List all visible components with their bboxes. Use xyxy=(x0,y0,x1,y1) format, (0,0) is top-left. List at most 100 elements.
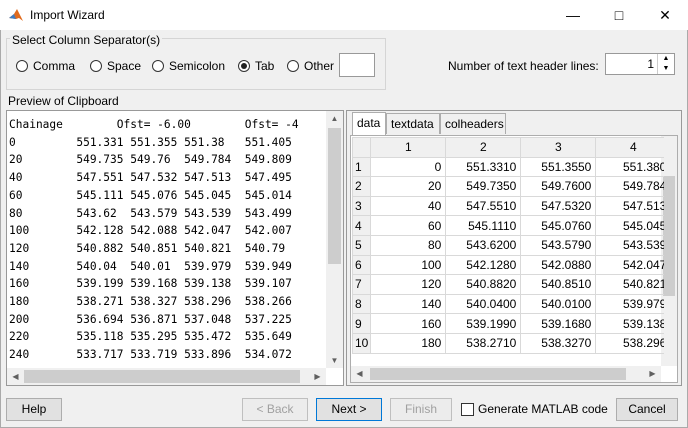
table-row: 1 0 551.3310 551.3550 551.380 xyxy=(352,156,664,178)
preview-vertical-scrollbar[interactable]: ▲ ▼ xyxy=(326,111,343,368)
table-cell[interactable]: 20 xyxy=(370,176,447,197)
generate-code-checkbox[interactable] xyxy=(461,403,474,416)
next-button[interactable]: Next > xyxy=(316,398,382,421)
table-cell[interactable]: 547.5510 xyxy=(445,195,522,217)
table-cell[interactable]: 100 xyxy=(370,254,447,276)
table-cell[interactable]: 539.138 xyxy=(595,313,664,334)
table-cell[interactable]: 545.045 xyxy=(595,215,664,236)
row-header[interactable]: 8 xyxy=(352,293,372,315)
table-cell[interactable]: 539.1990 xyxy=(445,313,522,334)
column-header[interactable]: 4 xyxy=(595,137,664,158)
tab-textdata[interactable]: textdata xyxy=(386,113,440,134)
tab-colheaders[interactable]: colheaders xyxy=(440,113,506,134)
minimize-icon[interactable]: — xyxy=(550,0,596,30)
table-row: 8 140 540.0400 540.0100 539.979 xyxy=(352,293,664,315)
back-button[interactable]: < Back xyxy=(242,398,308,421)
table-cell[interactable]: 540.0100 xyxy=(520,293,597,315)
radio-circle-selected[interactable] xyxy=(238,60,250,72)
cancel-button[interactable]: Cancel xyxy=(616,398,678,421)
preview-horizontal-scrollbar[interactable]: ◀ ▶ xyxy=(7,368,326,385)
table-cell[interactable]: 180 xyxy=(370,332,447,354)
table-row: 2 20 549.7350 549.7600 549.784 xyxy=(352,176,664,197)
table-cell[interactable]: 140 xyxy=(370,293,447,315)
table-cell[interactable]: 540.821 xyxy=(595,274,664,295)
table-horizontal-scrollbar[interactable]: ◀ ▶ xyxy=(351,366,661,382)
spinner-up-icon[interactable]: ▲ xyxy=(658,54,674,64)
other-separator-input[interactable] xyxy=(339,53,375,77)
finish-button[interactable]: Finish xyxy=(390,398,452,421)
table-cell[interactable]: 549.7600 xyxy=(520,176,597,197)
table-cell[interactable]: 538.3270 xyxy=(520,332,597,354)
table-cell[interactable]: 540.8510 xyxy=(520,274,597,295)
column-header[interactable]: 2 xyxy=(445,137,522,158)
table-cell[interactable]: 549.784 xyxy=(595,176,664,197)
table-cell[interactable]: 540.0400 xyxy=(445,293,522,315)
table-cell[interactable]: 80 xyxy=(370,234,447,256)
table-cell[interactable]: 549.7350 xyxy=(445,176,522,197)
table-cell[interactable]: 545.0760 xyxy=(520,215,597,236)
column-header[interactable]: 3 xyxy=(520,137,597,158)
header-lines-spinner[interactable]: 1 ▲ ▼ xyxy=(605,53,675,75)
scroll-thumb[interactable] xyxy=(663,176,675,296)
scroll-thumb[interactable] xyxy=(370,368,626,380)
scroll-left-icon[interactable]: ◀ xyxy=(351,369,368,378)
spinner-arrows[interactable]: ▲ ▼ xyxy=(657,54,674,74)
row-header[interactable]: 5 xyxy=(352,234,372,256)
table-cell[interactable]: 538.2710 xyxy=(445,332,522,354)
table-cell[interactable]: 545.1110 xyxy=(445,215,522,236)
row-header[interactable]: 1 xyxy=(352,156,372,178)
row-header[interactable]: 7 xyxy=(352,274,372,295)
table-cell[interactable]: 539.1680 xyxy=(520,313,597,334)
preview-label: Preview of Clipboard xyxy=(8,94,119,108)
tab-data[interactable]: data xyxy=(352,112,386,135)
scroll-thumb[interactable] xyxy=(24,370,300,383)
table-cell[interactable]: 551.3310 xyxy=(445,156,522,178)
table-cell[interactable]: 542.0880 xyxy=(520,254,597,276)
row-header[interactable]: 10 xyxy=(352,332,372,354)
table-cell[interactable]: 542.1280 xyxy=(445,254,522,276)
table-cell[interactable]: 539.979 xyxy=(595,293,664,315)
table-cell[interactable]: 547.5320 xyxy=(520,195,597,217)
radio-circle[interactable] xyxy=(16,60,28,72)
radio-circle[interactable] xyxy=(287,60,299,72)
row-header[interactable]: 6 xyxy=(352,254,372,276)
scroll-right-icon[interactable]: ▶ xyxy=(644,369,661,378)
table-cell[interactable]: 40 xyxy=(370,195,447,217)
table-cell[interactable]: 551.380 xyxy=(595,156,664,178)
row-header[interactable]: 4 xyxy=(352,215,372,236)
row-header[interactable]: 2 xyxy=(352,176,372,197)
row-header[interactable]: 9 xyxy=(352,313,372,334)
close-icon[interactable]: ✕ xyxy=(642,0,688,30)
scroll-right-icon[interactable]: ▶ xyxy=(309,372,326,381)
table-cell[interactable]: 120 xyxy=(370,274,447,295)
column-header[interactable]: 1 xyxy=(370,137,447,158)
radio-semicolon[interactable]: Semicolon xyxy=(152,59,225,73)
scroll-up-icon[interactable]: ▲ xyxy=(326,114,343,123)
table-cell[interactable]: 540.8820 xyxy=(445,274,522,295)
table-cell[interactable]: 551.3550 xyxy=(520,156,597,178)
header-lines-value[interactable]: 1 xyxy=(647,57,654,71)
radio-other[interactable]: Other xyxy=(287,59,334,73)
table-cell[interactable]: 543.5790 xyxy=(520,234,597,256)
help-button[interactable]: Help xyxy=(6,398,62,421)
table-cell[interactable]: 160 xyxy=(370,313,447,334)
radio-circle[interactable] xyxy=(152,60,164,72)
radio-space[interactable]: Space xyxy=(90,59,141,73)
scroll-down-icon[interactable]: ▼ xyxy=(326,356,343,365)
table-cell[interactable]: 0 xyxy=(370,156,447,178)
table-cell[interactable]: 547.513 xyxy=(595,195,664,217)
row-header[interactable]: 3 xyxy=(352,195,372,217)
table-cell[interactable]: 60 xyxy=(370,215,447,236)
radio-tab[interactable]: Tab xyxy=(238,59,274,73)
scroll-thumb[interactable] xyxy=(328,128,341,264)
radio-circle[interactable] xyxy=(90,60,102,72)
table-cell[interactable]: 543.6200 xyxy=(445,234,522,256)
clipboard-preview[interactable]: Chainage Ofst= -6.00 Ofst= -4 0 551.331 … xyxy=(6,110,344,386)
table-cell[interactable]: 543.539 xyxy=(595,234,664,256)
scroll-left-icon[interactable]: ◀ xyxy=(7,372,24,381)
table-cell[interactable]: 538.296 xyxy=(595,332,664,354)
spinner-down-icon[interactable]: ▼ xyxy=(658,64,674,74)
radio-comma[interactable]: Comma xyxy=(16,59,75,73)
table-cell[interactable]: 542.047 xyxy=(595,254,664,276)
maximize-icon[interactable]: □ xyxy=(596,0,642,30)
